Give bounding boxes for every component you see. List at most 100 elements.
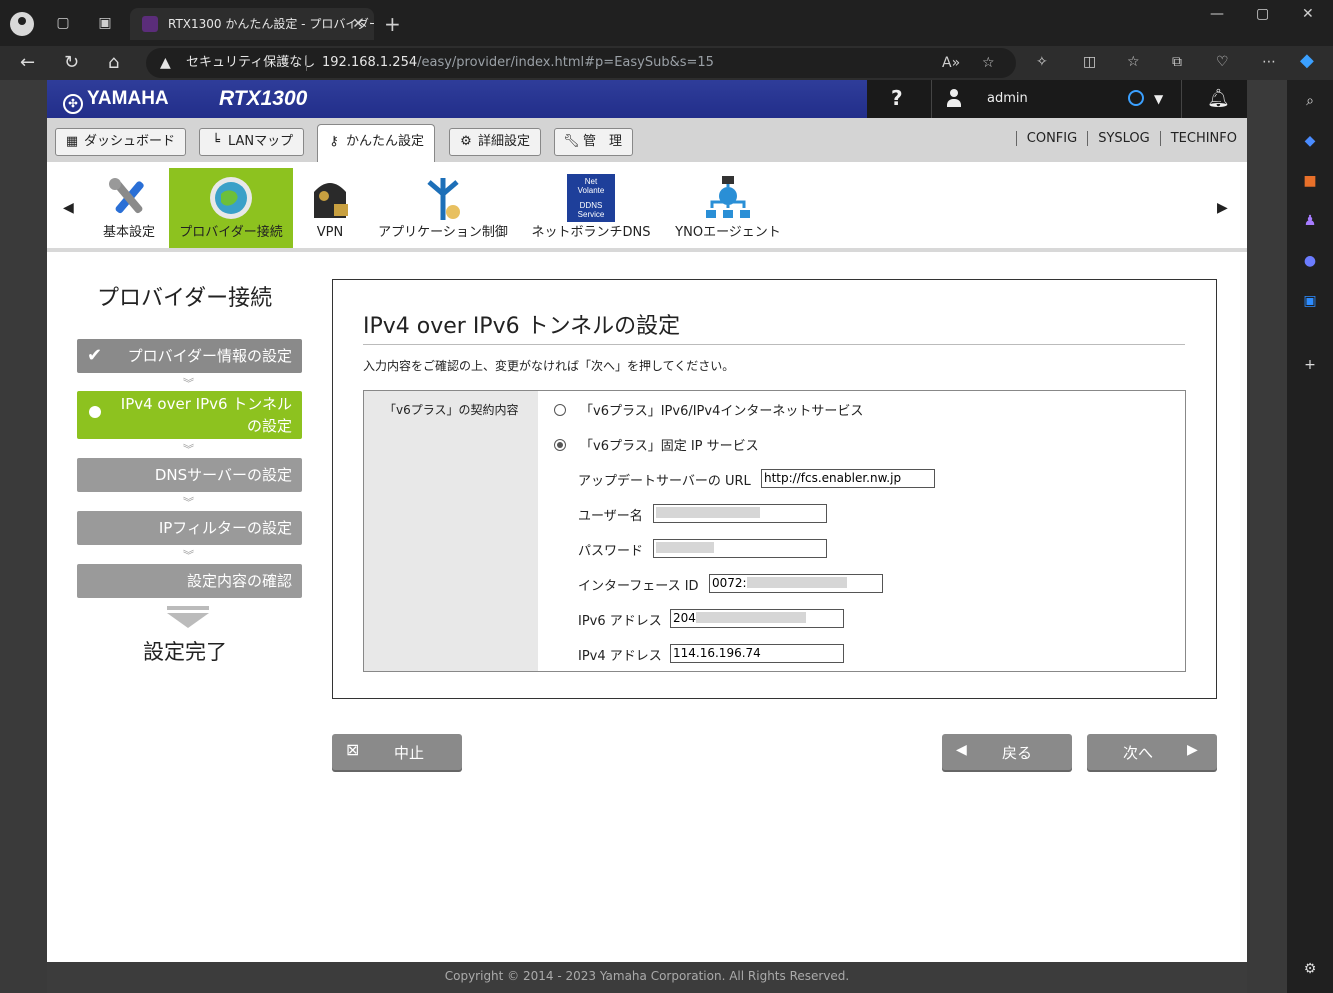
dashboard-icon: ▦ (65, 134, 79, 149)
username[interactable]: admin (987, 91, 1028, 106)
gear-icon: ⚙ (460, 134, 472, 149)
url-text[interactable]: 192.168.1.254/easy/provider/index.html#p… (322, 48, 714, 78)
redacted-value (746, 577, 847, 588)
security-label[interactable]: セキュリティ保護なし (186, 48, 315, 78)
steps-title: プロバイダー接続 (97, 286, 273, 311)
back-button[interactable]: ◀ 戻る (942, 734, 1072, 770)
next-button[interactable]: 次へ ▶ (1087, 734, 1217, 770)
update-server-url-input[interactable]: http://fcs.enabler.nw.jp (761, 469, 935, 488)
step-dns-server: DNSサーバーの設定 (77, 458, 302, 492)
minimize-icon[interactable]: — (1210, 6, 1224, 22)
ddns-service-icon: Net Volante DDNS Service (567, 174, 615, 222)
menu-dashboard-button[interactable]: ▦ ダッシュボード (55, 128, 187, 156)
step-confirm: 設定内容の確認 (77, 564, 302, 598)
interface-id-input[interactable]: 0072: (709, 574, 883, 593)
menu-manage-button[interactable]: 🔧︎ 管 理 (554, 128, 634, 156)
feature-yno-agent[interactable]: YNOエージェント (669, 168, 787, 248)
keys-icon: ⚷ (329, 134, 339, 149)
notification-bell-icon[interactable]: 🔔︎ (1207, 88, 1230, 109)
chevron-down-icon: ︾ (183, 443, 194, 456)
address-bar[interactable]: ▲ セキュリティ保護なし 192.168.1.254/easy/provider… (146, 48, 1016, 78)
read-aloud-icon[interactable]: A» (942, 48, 960, 78)
feature-provider-connection[interactable]: プロバイダー接続 (169, 168, 293, 248)
copilot-sidebar-icon[interactable]: ● (1301, 252, 1319, 270)
feature-application-control[interactable]: アプリケーション制御 (373, 168, 513, 248)
menu-detail-setup-button[interactable]: ⚙ 詳細設定 (449, 128, 542, 156)
user-menu-caret-icon[interactable]: ▼ (1154, 92, 1163, 106)
cancel-x-icon: ⊠ (346, 740, 360, 759)
more-menu-icon[interactable]: ⋯ (1262, 54, 1276, 70)
refresh-icon[interactable]: ↻ (64, 52, 79, 73)
toolbox-icon[interactable]: ■ (1301, 172, 1319, 190)
tab-actions-icon[interactable]: ▣ (96, 14, 114, 32)
radio-fixed-ip-service[interactable]: 「v6プラス」固定 IP サービス (554, 435, 759, 454)
tab-title: RTX1300 かんたん設定 - プロバイダー (168, 17, 374, 31)
feature-vpn[interactable]: VPN (295, 168, 365, 248)
menu-easy-setup-button[interactable]: ⚷ かんたん設定 (317, 124, 436, 162)
cancel-button[interactable]: ⊠ 中止 (332, 734, 462, 770)
radio-internet-service[interactable]: 「v6プラス」IPv6/IPv4インターネットサービス (554, 400, 863, 419)
main-menu-bar: ▦ ダッシュボード ╘ LANマップ ⚷ かんたん設定 ⚙ 詳細設定 🔧︎ 管 理 CON… (47, 118, 1247, 162)
network-topology-icon (706, 176, 750, 218)
browser-sidebar: ⌕ ◆ ■ ♟ ● ▣ + ⚙ (1287, 80, 1333, 993)
search-icon[interactable]: ⌕ (1301, 92, 1319, 110)
username-input[interactable] (653, 504, 827, 523)
browser-tab[interactable]: RTX1300 かんたん設定 - プロバイダー ✕ (130, 8, 374, 40)
right-arrow-icon: ▶ (1187, 742, 1198, 758)
new-tab-icon[interactable]: + (384, 12, 401, 36)
syslog-link[interactable]: SYSLOG (1087, 131, 1160, 146)
router-web-page: ✣ YAMAHA RTX1300 ? admin ▼ 🔔︎ ▦ ダッシュボード ╘ L… (47, 80, 1247, 993)
favorite-star-icon[interactable]: ☆ (982, 48, 995, 78)
extensions-icon[interactable]: ✧ (1036, 54, 1048, 70)
redacted-value (695, 612, 806, 623)
tools-icon (109, 178, 144, 214)
back-icon[interactable]: ← (20, 52, 35, 73)
health-icon[interactable]: ♡ (1216, 54, 1229, 70)
techinfo-link[interactable]: TECHINFO (1159, 131, 1247, 146)
ipv6-address-label: IPv6 アドレス (578, 614, 662, 629)
sidebar-settings-icon[interactable]: ⚙ (1301, 960, 1319, 978)
feature-icon-row: ◀ 基本設定 プロバイダー接続 VPN アプリケーション制御 Net Volan… (47, 162, 1247, 248)
down-arrow-icon (167, 606, 209, 628)
scroll-left-arrow-icon[interactable]: ◀ (63, 200, 74, 216)
feature-basic-settings[interactable]: 基本設定 (93, 168, 165, 248)
password-input[interactable] (653, 539, 827, 558)
profile-icon[interactable] (10, 12, 34, 36)
scroll-right-arrow-icon[interactable]: ▶ (1217, 200, 1228, 216)
outlook-icon[interactable]: ▣ (1301, 292, 1319, 310)
wrench-icon: 🔧︎ (563, 134, 580, 149)
close-window-icon[interactable]: ✕ (1302, 6, 1314, 22)
copyright-footer: Copyright © 2014 - 2023 Yamaha Corporati… (47, 962, 1247, 993)
home-icon[interactable]: ⌂ (108, 52, 119, 73)
shopping-tag-icon[interactable]: ◆ (1301, 132, 1319, 150)
copilot-icon[interactable]: ◆ (1300, 50, 1314, 71)
address-toolbar: ← ↻ ⌂ ▲ セキュリティ保護なし 192.168.1.254/easy/pr… (0, 46, 1333, 80)
collections-icon[interactable]: ⧉ (1172, 54, 1182, 70)
config-link[interactable]: CONFIG (1015, 131, 1087, 146)
password-label: パスワード (578, 544, 644, 559)
add-sidebar-icon[interactable]: + (1301, 356, 1319, 374)
feature-netvolante-dns[interactable]: Net Volante DDNS Service ネットボランチDNS (527, 168, 655, 248)
split-screen-icon[interactable]: ◫ (1083, 54, 1096, 70)
left-arrow-icon: ◀ (956, 742, 967, 758)
url-label: アップデートサーバーの URL (578, 474, 751, 489)
chevron-down-icon: ︾ (183, 549, 194, 562)
contract-form: 「v6プラス」の契約内容 「v6プラス」IPv6/IPv4インターネットサービス… (363, 390, 1186, 672)
top-links: CONFIG SYSLOG TECHINFO (1015, 131, 1247, 146)
settings-panel: IPv4 over IPv6 トンネルの設定 入力内容をご確認の上、変更がなけれ… (332, 279, 1217, 699)
workspaces-icon[interactable]: ▢ (54, 14, 72, 32)
page-title: IPv4 over IPv6 トンネルの設定 (363, 314, 681, 339)
redacted-value (656, 542, 714, 553)
menu-lanmap-button[interactable]: ╘ LANマップ (199, 128, 305, 156)
ipv4-address-input[interactable]: 114.16.196.74 (670, 644, 844, 663)
close-tab-icon[interactable]: ✕ (352, 8, 364, 40)
maximize-icon[interactable]: ▢ (1256, 6, 1269, 22)
games-icon[interactable]: ♟ (1301, 212, 1319, 230)
current-step-dot-icon (89, 406, 101, 418)
help-button[interactable]: ? (891, 86, 903, 110)
model-name: RTX1300 (219, 87, 308, 110)
ipv6-address-input[interactable]: 204 (670, 609, 844, 628)
favorites-icon[interactable]: ☆ (1127, 54, 1140, 70)
ipv4-address-label: IPv4 アドレス (578, 649, 662, 664)
interface-id-label: インターフェース ID (578, 579, 699, 594)
